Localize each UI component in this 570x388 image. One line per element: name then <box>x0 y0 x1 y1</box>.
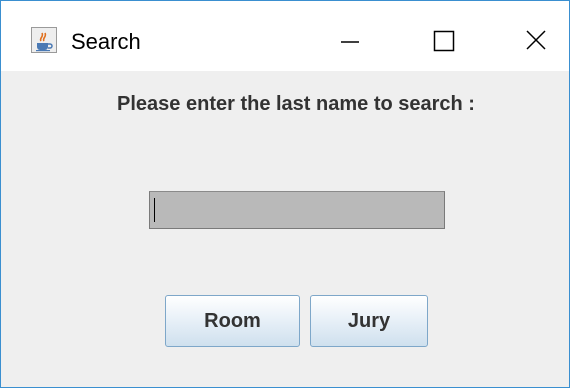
maximize-icon <box>433 30 455 52</box>
minimize-icon <box>341 41 359 43</box>
minimize-button[interactable] <box>319 17 379 67</box>
search-prompt-label: Please enter the last name to search : <box>117 93 475 115</box>
search-window: Search Please enter the last name to sea… <box>0 0 570 388</box>
room-button[interactable]: Room <box>165 295 300 347</box>
close-icon <box>526 30 546 50</box>
maximize-button[interactable] <box>413 17 473 67</box>
last-name-search-input[interactable] <box>149 191 445 229</box>
jury-button[interactable]: Jury <box>310 295 428 347</box>
dialog-content: Please enter the last name to search : R… <box>1 71 569 387</box>
close-button[interactable] <box>507 17 567 67</box>
title-bar[interactable]: Search <box>1 1 569 71</box>
java-coffee-cup-icon <box>31 27 57 53</box>
window-title: Search <box>71 29 141 54</box>
text-caret <box>154 198 155 222</box>
